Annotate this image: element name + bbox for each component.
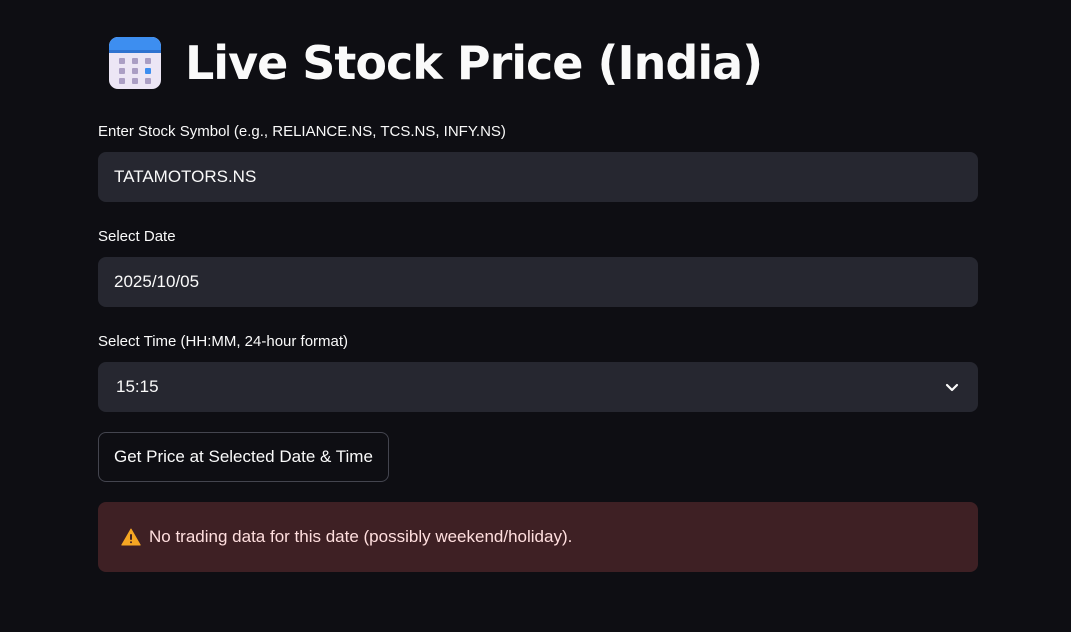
symbol-field[interactable] — [98, 152, 978, 202]
symbol-input[interactable] — [98, 152, 978, 202]
warning-alert: No trading data for this date (possibly … — [98, 502, 978, 572]
chevron-down-icon[interactable] — [944, 379, 960, 395]
time-select[interactable]: 15:15 — [98, 362, 978, 412]
calendar-icon — [109, 37, 161, 89]
time-label: Select Time (HH:MM, 24-hour format) — [98, 333, 349, 350]
warning-icon — [121, 528, 141, 546]
time-select-value: 15:15 — [116, 377, 159, 396]
date-field[interactable] — [98, 257, 978, 307]
date-label: Select Date — [98, 228, 176, 245]
app-page: Live Stock Price (India) Enter Stock Sym… — [0, 0, 1071, 632]
get-price-button[interactable]: Get Price at Selected Date & Time — [98, 432, 389, 482]
header: Live Stock Price (India) — [107, 34, 763, 92]
date-input[interactable] — [98, 257, 978, 307]
page-title: Live Stock Price (India) — [185, 36, 763, 90]
alert-message: No trading data for this date (possibly … — [149, 527, 573, 546]
symbol-label: Enter Stock Symbol (e.g., RELIANCE.NS, T… — [98, 123, 506, 140]
